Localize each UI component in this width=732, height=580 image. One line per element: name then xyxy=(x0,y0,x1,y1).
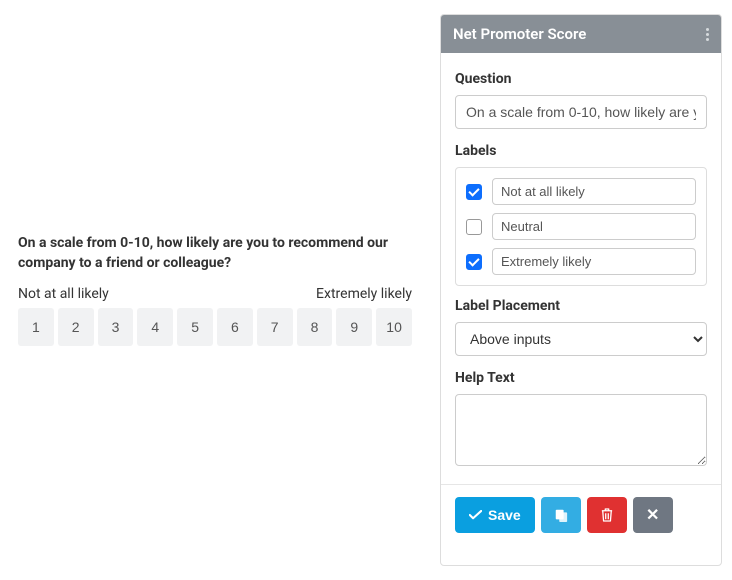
labels-heading: Labels xyxy=(455,143,707,159)
nps-preview: On a scale from 0-10, how likely are you… xyxy=(0,0,430,580)
scale-button-8[interactable]: 8 xyxy=(297,308,333,346)
save-label: Save xyxy=(488,507,521,523)
scale-button-2[interactable]: 2 xyxy=(58,308,94,346)
scale-button-6[interactable]: 6 xyxy=(217,308,253,346)
preview-question: On a scale from 0-10, how likely are you… xyxy=(18,234,412,273)
panel-title: Net Promoter Score xyxy=(453,25,586,43)
trash-icon xyxy=(601,508,613,522)
preview-label-low: Not at all likely xyxy=(18,286,109,302)
preview-labels-row: Not at all likely Extremely likely xyxy=(18,286,412,302)
question-label: Question xyxy=(455,71,707,87)
scale-button-1[interactable]: 1 xyxy=(18,308,54,346)
label-row xyxy=(466,248,696,275)
divider xyxy=(441,484,721,485)
delete-button[interactable] xyxy=(587,497,627,533)
check-icon xyxy=(469,510,482,520)
save-button[interactable]: Save xyxy=(455,497,535,533)
label-row xyxy=(466,178,696,205)
preview-label-high: Extremely likely xyxy=(316,286,412,302)
label-row xyxy=(466,213,696,240)
question-input[interactable] xyxy=(455,95,707,129)
scale-button-5[interactable]: 5 xyxy=(177,308,213,346)
label-text-input[interactable] xyxy=(492,178,696,205)
helptext-label: Help Text xyxy=(455,370,707,386)
scale-button-4[interactable]: 4 xyxy=(137,308,173,346)
label-checkbox[interactable] xyxy=(466,184,482,200)
scale-button-7[interactable]: 7 xyxy=(257,308,293,346)
panel-header: Net Promoter Score xyxy=(441,15,721,53)
settings-panel: Net Promoter Score Question Labels Label… xyxy=(440,14,722,566)
actions-row: Save ✕ xyxy=(455,497,707,533)
labels-box xyxy=(455,167,707,286)
label-text-input[interactable] xyxy=(492,248,696,275)
copy-button[interactable] xyxy=(541,497,581,533)
close-button[interactable]: ✕ xyxy=(633,497,673,533)
menu-dots-icon[interactable] xyxy=(706,28,709,41)
panel-body: Question Labels Label Placement Above in… xyxy=(441,53,721,565)
label-checkbox[interactable] xyxy=(466,254,482,270)
close-icon: ✕ xyxy=(646,505,659,525)
scale-button-10[interactable]: 10 xyxy=(376,308,412,346)
copy-icon xyxy=(554,508,568,522)
preview-scale: 12345678910 xyxy=(18,308,412,346)
placement-label: Label Placement xyxy=(455,298,707,314)
scale-button-3[interactable]: 3 xyxy=(98,308,134,346)
label-checkbox[interactable] xyxy=(466,219,482,235)
label-text-input[interactable] xyxy=(492,213,696,240)
placement-select[interactable]: Above inputs xyxy=(455,322,707,356)
scale-button-9[interactable]: 9 xyxy=(336,308,372,346)
helptext-textarea[interactable] xyxy=(455,394,707,466)
